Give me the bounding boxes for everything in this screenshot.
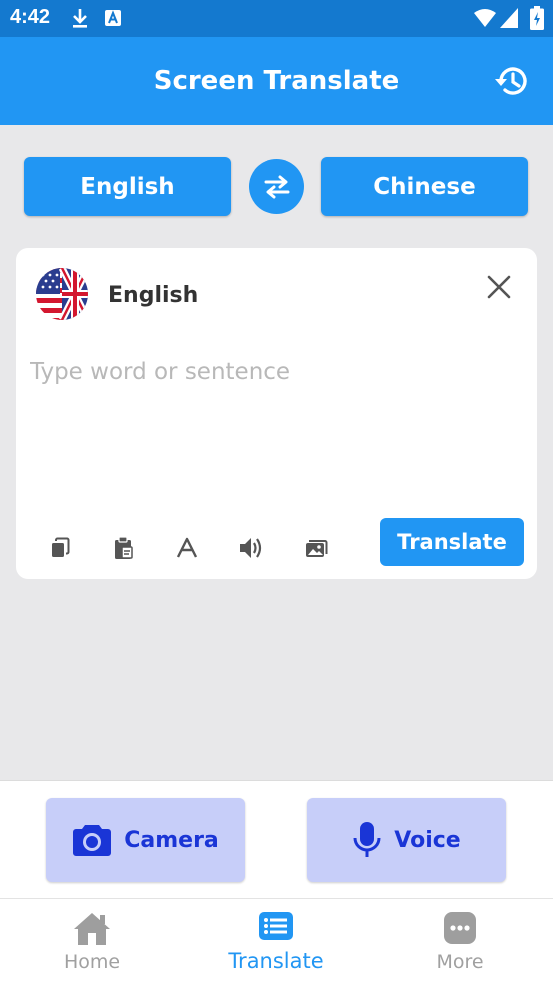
- nav-item-home[interactable]: Home: [0, 899, 184, 984]
- a-badge-icon: [105, 10, 121, 26]
- close-icon: [487, 275, 511, 299]
- paste-icon: [115, 536, 133, 559]
- nav-item-translate[interactable]: Translate: [184, 899, 368, 984]
- history-button[interactable]: [493, 62, 531, 100]
- input-language-label: English: [108, 283, 199, 308]
- font-icon: [176, 537, 198, 558]
- target-language-label: Chinese: [373, 173, 476, 200]
- translate-button[interactable]: Translate: [380, 518, 524, 566]
- more-icon: [444, 912, 476, 944]
- source-language-button[interactable]: English: [24, 157, 231, 216]
- download-icon: [73, 9, 87, 28]
- nav-label-home: Home: [63, 951, 121, 973]
- swap-languages-button[interactable]: [249, 159, 304, 214]
- image-button[interactable]: [303, 535, 329, 561]
- nav-label-translate: Translate: [228, 949, 324, 973]
- translate-list-icon: [259, 912, 293, 940]
- camera-label: Camera: [124, 827, 219, 853]
- source-language-label: English: [80, 173, 175, 200]
- nav-item-more[interactable]: More: [368, 899, 552, 984]
- font-button[interactable]: [174, 535, 200, 561]
- voice-button[interactable]: Voice: [307, 798, 506, 882]
- swap-icon: [264, 175, 289, 198]
- voice-label: Voice: [394, 827, 461, 853]
- nav-label-more: More: [436, 951, 484, 973]
- copy-button[interactable]: [48, 535, 74, 561]
- home-icon: [74, 913, 110, 945]
- signal-icon: [500, 8, 518, 28]
- camera-icon: [73, 825, 112, 856]
- app-bar: Screen Translate: [0, 37, 553, 125]
- wifi-icon: [474, 9, 496, 27]
- microphone-icon: [353, 822, 381, 857]
- image-icon: [306, 540, 328, 557]
- action-area: Camera Voice: [0, 780, 553, 898]
- target-language-button[interactable]: Chinese: [321, 157, 528, 216]
- battery-icon: [530, 6, 544, 30]
- status-time: 4:42: [10, 6, 51, 28]
- translate-button-label: Translate: [397, 530, 507, 554]
- status-bar: 4:42: [0, 0, 553, 37]
- clear-button[interactable]: [486, 274, 512, 300]
- text-input[interactable]: [30, 352, 520, 392]
- speaker-button[interactable]: [238, 535, 264, 561]
- copy-icon: [52, 537, 70, 557]
- bottom-nav: Home Translate More: [0, 898, 553, 984]
- camera-button[interactable]: Camera: [46, 798, 245, 882]
- page-title: Screen Translate: [153, 66, 400, 96]
- paste-button[interactable]: [111, 535, 137, 561]
- speaker-icon: [240, 538, 262, 558]
- us-uk-flag-icon: [36, 268, 88, 320]
- history-icon: [495, 67, 527, 95]
